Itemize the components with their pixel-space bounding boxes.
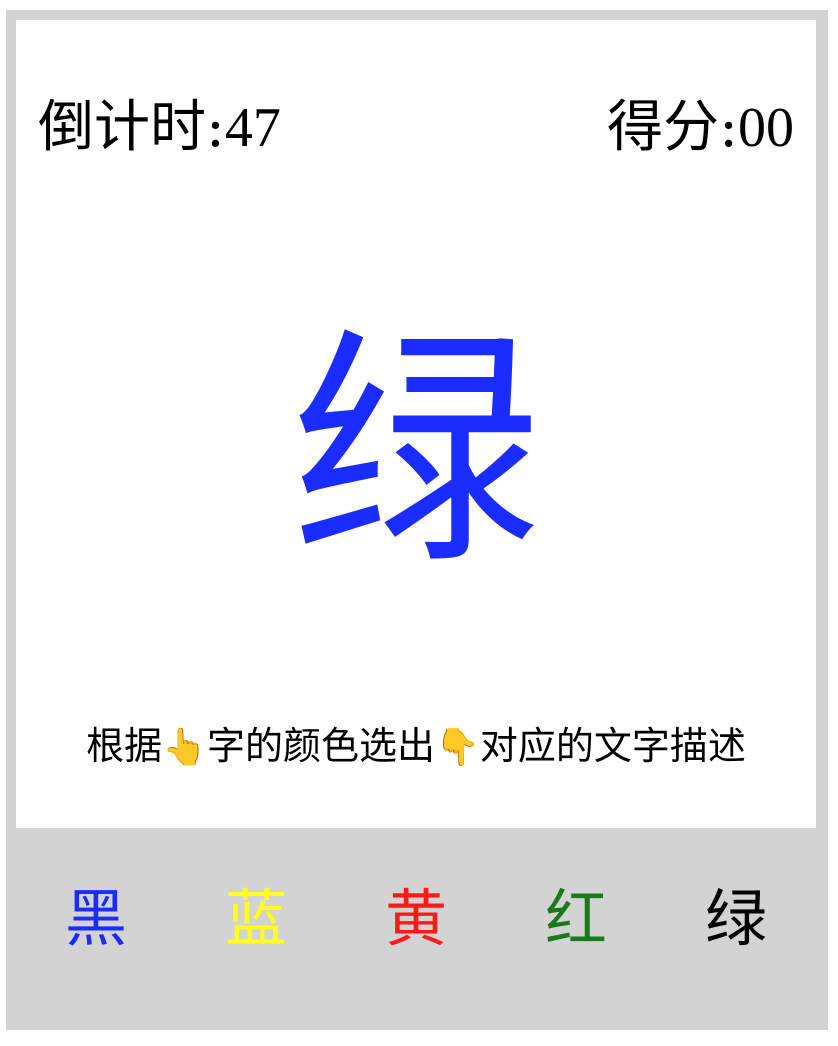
countdown-value: 47 bbox=[224, 97, 281, 159]
option-button-2[interactable]: 蓝 bbox=[176, 888, 336, 950]
instruction-part1: 根据 bbox=[86, 724, 163, 768]
option-button-5[interactable]: 绿 bbox=[656, 888, 816, 950]
option-button-4[interactable]: 红 bbox=[496, 888, 656, 950]
instruction-part3: 对应的文字描述 bbox=[479, 724, 746, 768]
instruction-text: 根据👆字的颜色选出👇对应的文字描述 bbox=[16, 727, 816, 766]
game-board: 倒计时:47 得分:00 绿 根据👆字的颜色选出👇对应的文字描述 bbox=[16, 20, 816, 828]
pointing-down-icon: 👇 bbox=[435, 727, 480, 768]
game-frame: 倒计时:47 得分:00 绿 根据👆字的颜色选出👇对应的文字描述 黑 蓝 黄 红… bbox=[6, 10, 828, 1030]
score-value: 00 bbox=[738, 97, 794, 159]
pointing-up-icon: 👆 bbox=[162, 727, 207, 768]
score-label: 得分: bbox=[607, 95, 738, 160]
option-button-1[interactable]: 黑 bbox=[16, 888, 176, 950]
score-display: 得分:00 bbox=[607, 97, 794, 159]
instruction-part2: 字的颜色选出 bbox=[206, 724, 435, 768]
countdown-display: 倒计时:47 bbox=[38, 97, 281, 159]
option-button-3[interactable]: 黄 bbox=[336, 888, 496, 950]
answer-options: 黑 蓝 黄 红 绿 bbox=[6, 868, 828, 988]
countdown-label: 倒计时: bbox=[38, 95, 225, 160]
target-word: 绿 bbox=[291, 307, 541, 598]
